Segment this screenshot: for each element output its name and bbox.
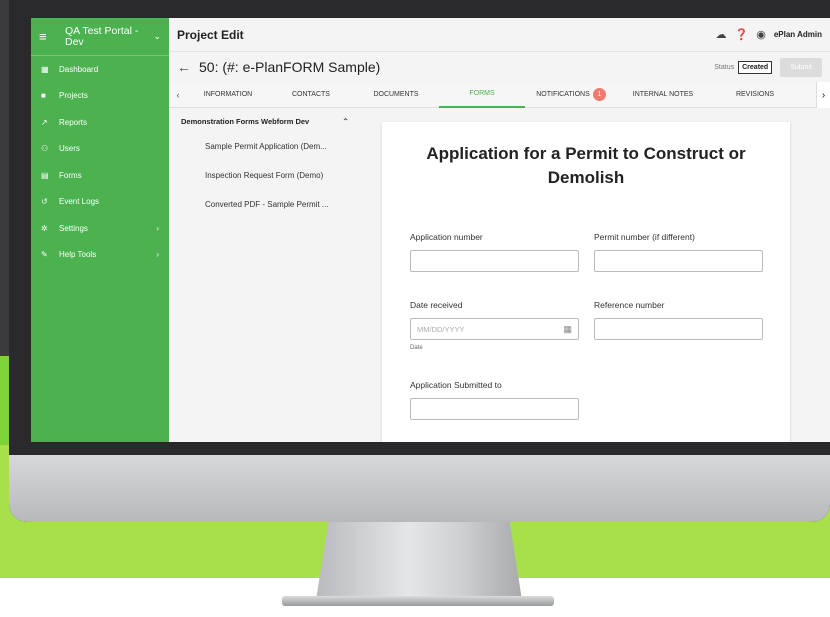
project-title: 50: (#: e-PlanFORM Sample) (199, 59, 381, 75)
sidebar-item-label: Event Logs (59, 197, 100, 207)
hamburger-icon[interactable]: ≡ (39, 29, 59, 44)
input-placeholder: MM/DD/YYYY (417, 324, 465, 334)
gear-icon: ✲ (41, 223, 48, 233)
form-group-header[interactable]: Demonstration Forms Webform Dev ⌃ (169, 110, 361, 132)
sidebar-item-label: Dashboard (59, 64, 99, 74)
sidebar-item-label: Projects (59, 91, 88, 101)
sidebar-nav: ▦ Dashboard ■ Projects ↗ Reports ⚇ Users… (31, 56, 169, 268)
tab-revisions[interactable]: REVISIONS (709, 82, 801, 108)
sidebar-item-label: Users (59, 144, 80, 154)
chevron-left-icon[interactable]: ‹ (169, 90, 187, 100)
submitted-to-input[interactable] (410, 398, 579, 420)
tab-label: DOCUMENTS (373, 91, 419, 98)
sidebar-item-label: Settings (59, 223, 88, 233)
field-label: Application Submitted to (410, 380, 502, 390)
sidebar-item-label: Forms (59, 170, 82, 180)
monitor-chin (9, 455, 830, 522)
status-label: Status (714, 63, 735, 71)
back-arrow-icon[interactable]: ← (177, 59, 191, 75)
tab-label: FORMS (469, 90, 495, 97)
chevron-right-icon: › (156, 250, 159, 260)
chevron-down-icon[interactable]: ⌄ (153, 31, 161, 42)
portal-title: QA Test Portal - Dev (65, 24, 139, 48)
tab-label: REVISIONS (735, 91, 775, 98)
monitor-stand-base (282, 596, 554, 606)
tab-internal-notes[interactable]: INTERNAL NOTES (617, 82, 709, 108)
sidebar-item-label: Reports (59, 117, 88, 127)
user-name[interactable]: ePlan Admin (774, 30, 822, 39)
tab-label: INFORMATION (203, 91, 253, 98)
sidebar-item-reports[interactable]: ↗ Reports (31, 109, 169, 136)
sidebar-item-dashboard[interactable]: ▦ Dashboard (31, 56, 169, 83)
sidebar-item-forms[interactable]: ▤ Forms (31, 162, 169, 189)
trend-icon: ↗ (41, 117, 48, 127)
tab-label: INTERNAL NOTES (632, 91, 694, 98)
grid-icon: ▦ (41, 64, 49, 74)
list-item[interactable]: Inspection Request Form (Demo) (169, 161, 361, 190)
top-bar-tools: ☁ ❓ ◉ ePlan Admin (716, 28, 822, 41)
submit-button[interactable]: Submit (780, 57, 822, 77)
form-title: Application for a Permit to Construct or… (426, 144, 746, 187)
field-label: Application number (410, 232, 483, 242)
sidebar-item-settings[interactable]: ✲ Settings › (31, 215, 169, 242)
date-received-input[interactable]: MM/DD/YYYY ▦ (410, 318, 579, 340)
page-title: Project Edit (177, 27, 244, 42)
cloud-icon[interactable]: ☁ (716, 28, 727, 41)
tab-documents[interactable]: DOCUMENTS (353, 82, 439, 108)
monitor-stand-neck (316, 522, 522, 600)
help-icon[interactable]: ❓ (735, 28, 749, 41)
field-label: Reference number (594, 300, 665, 310)
sidebar-item-event-logs[interactable]: ↺ Event Logs (31, 189, 169, 216)
sidebar-item-users[interactable]: ⚇ Users (31, 136, 169, 163)
chevron-up-icon[interactable]: ⌃ (342, 117, 349, 126)
form-list: Demonstration Forms Webform Dev ⌃ Sample… (169, 110, 361, 442)
status-badge: Created (738, 60, 773, 74)
application-number-input[interactable] (410, 250, 579, 272)
tab-notifications[interactable]: NOTIFICATIONS 1 (525, 82, 617, 108)
document-icon: ▤ (41, 170, 49, 180)
project-tabs: ‹ INFORMATION CONTACTS DOCUMENTS FORMS N… (169, 82, 830, 108)
top-bar: Project Edit ☁ ❓ ◉ ePlan Admin (169, 18, 830, 52)
marketing-image: ≡ QA Test Portal - Dev ⌄ ▦ Dashboard ■ P… (0, 0, 830, 617)
notification-count-badge: 1 (592, 88, 606, 101)
list-item[interactable]: Sample Permit Application (Dem... (169, 132, 361, 161)
tab-forms[interactable]: FORMS (439, 82, 525, 108)
tab-information[interactable]: INFORMATION (187, 82, 269, 108)
tab-label: NOTIFICATIONS (536, 91, 590, 98)
permit-number-field: Permit number (if different) (594, 232, 763, 272)
form-panel: Application for a Permit to Construct or… (382, 122, 790, 442)
forms-content: Demonstration Forms Webform Dev ⌃ Sample… (169, 110, 830, 442)
sidebar: ≡ QA Test Portal - Dev ⌄ ▦ Dashboard ■ P… (31, 18, 169, 442)
permit-number-input[interactable] (594, 250, 763, 272)
sidebar-item-label: Help Tools (59, 250, 97, 260)
form-group-label: Demonstration Forms Webform Dev (181, 116, 310, 126)
date-received-field: Date received MM/DD/YYYY ▦ Date (410, 300, 579, 351)
user-icon[interactable]: ◉ (756, 28, 766, 41)
field-label: Permit number (if different) (594, 232, 695, 242)
tab-contacts[interactable]: CONTACTS (269, 82, 353, 108)
application-number-field: Application number (410, 232, 579, 272)
calendar-icon[interactable]: ▦ (563, 324, 572, 335)
sidebar-item-help-tools[interactable]: ✎ Help Tools › (31, 242, 169, 269)
list-item[interactable]: Converted PDF - Sample Permit ... (169, 190, 361, 219)
main-area: Project Edit ☁ ❓ ◉ ePlan Admin ← 50: (#:… (169, 18, 830, 442)
history-icon: ↺ (41, 197, 48, 207)
project-header: ← 50: (#: e-PlanFORM Sample) Status Crea… (169, 52, 830, 82)
tab-label: CONTACTS (292, 91, 330, 98)
chevron-right-icon: › (156, 223, 159, 233)
field-hint: Date (410, 345, 423, 351)
reference-number-input[interactable] (594, 318, 763, 340)
app-screen: ≡ QA Test Portal - Dev ⌄ ▦ Dashboard ■ P… (31, 18, 830, 442)
sidebar-item-projects[interactable]: ■ Projects (31, 83, 169, 110)
field-label: Date received (410, 300, 463, 310)
chevron-right-icon[interactable]: › (816, 82, 830, 108)
reference-number-field: Reference number (594, 300, 763, 340)
submitted-to-field: Application Submitted to (410, 380, 579, 420)
folder-icon: ■ (41, 91, 46, 101)
users-icon: ⚇ (41, 144, 49, 154)
portal-switcher[interactable]: ≡ QA Test Portal - Dev ⌄ (31, 18, 169, 56)
wrench-icon: ✎ (41, 250, 48, 260)
